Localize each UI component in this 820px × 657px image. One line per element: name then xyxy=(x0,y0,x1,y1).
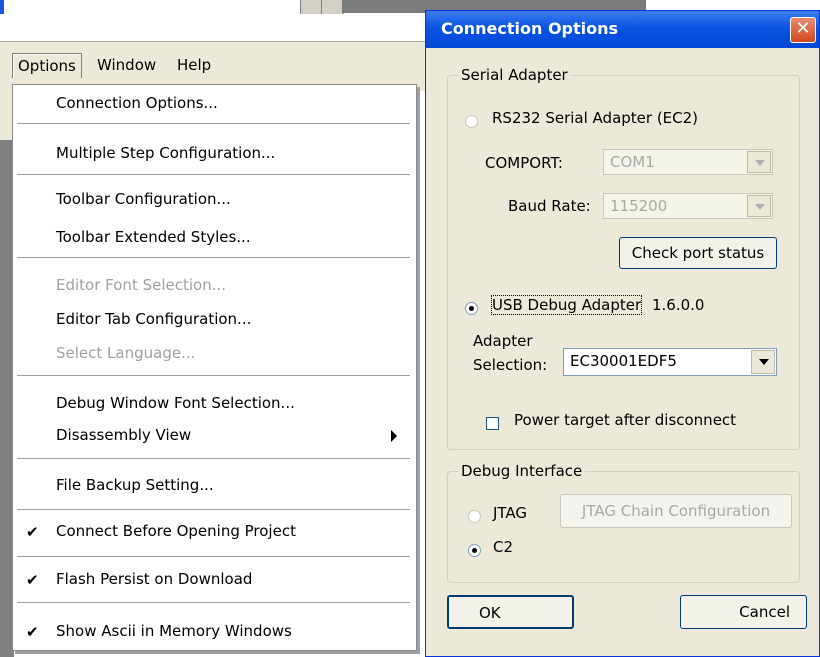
menu-item-editor-font-selection: Editor Font Selection... xyxy=(13,271,416,301)
menu-separator xyxy=(17,602,410,603)
menu-separator xyxy=(17,375,410,376)
menu-item-select-language: Select Language... xyxy=(13,339,416,369)
comport-label: COMPORT: xyxy=(485,154,563,172)
jtag-chain-configuration-button[interactable]: JTAG Chain Configuration xyxy=(560,494,792,528)
adapter-selection-label-line1: Adapter xyxy=(473,332,533,350)
menu-item-label: Flash Persist on Download xyxy=(56,570,253,588)
menu-item-label: Disassembly View xyxy=(56,426,192,444)
menu-item-file-backup-setting[interactable]: File Backup Setting... xyxy=(13,471,416,501)
menubar-help-label: Help xyxy=(177,56,212,74)
menu-item-label: Editor Font Selection... xyxy=(56,276,227,294)
baud-rate-select[interactable]: 115200 xyxy=(603,193,773,219)
menubar-separator xyxy=(0,41,430,42)
submenu-arrow-icon xyxy=(391,430,397,442)
power-target-label: Power target after disconnect xyxy=(514,411,737,429)
chevron-down-icon[interactable] xyxy=(747,195,771,217)
c2-radio[interactable] xyxy=(468,544,481,557)
comport-select[interactable]: COM1 xyxy=(603,149,773,175)
group-title: Serial Adapter xyxy=(458,66,571,84)
jtag-label: JTAG xyxy=(493,504,528,522)
check-port-status-button[interactable]: Check port status xyxy=(619,237,777,269)
menu-item-disassembly-view[interactable]: Disassembly View xyxy=(13,421,416,451)
adapter-selection-select[interactable]: EC30001EDF5 xyxy=(563,348,777,376)
chevron-down-icon[interactable] xyxy=(747,151,771,173)
menu-item-label: Select Language... xyxy=(56,344,196,362)
button-label: Check port status xyxy=(631,244,765,262)
options-menu: Connection Options... Multiple Step Conf… xyxy=(12,84,417,651)
menu-item-editor-tab-configuration[interactable]: Editor Tab Configuration... xyxy=(13,305,416,335)
menu-item-label: Multiple Step Configuration... xyxy=(56,144,276,162)
cancel-button[interactable]: Cancel xyxy=(680,595,807,629)
menu-separator xyxy=(17,556,410,557)
jtag-radio[interactable] xyxy=(468,510,481,523)
menu-separator xyxy=(17,174,410,175)
menubar-options[interactable]: Options xyxy=(12,53,82,78)
menu-separator xyxy=(17,257,410,258)
menu-item-label: Show Ascii in Memory Windows xyxy=(56,622,292,640)
connection-options-dialog: Connection Options ✕ Serial Adapter RS23… xyxy=(425,10,820,657)
menubar-window-label: Window xyxy=(97,56,157,74)
rs232-label: RS232 Serial Adapter (EC2) xyxy=(492,109,699,127)
menu-item-label: Toolbar Configuration... xyxy=(56,190,231,208)
menu-item-label: Debug Window Font Selection... xyxy=(56,394,295,412)
menu-separator xyxy=(17,458,410,459)
menu-item-label: Connect Before Opening Project xyxy=(56,522,296,540)
baud-rate-value: 115200 xyxy=(610,197,668,215)
menu-item-debug-window-font-selection[interactable]: Debug Window Font Selection... xyxy=(13,389,416,419)
menu-item-label: Editor Tab Configuration... xyxy=(56,310,252,328)
usb-debug-adapter-radio[interactable] xyxy=(465,302,478,315)
checkmark-icon: ✔ xyxy=(26,623,39,641)
usb-debug-adapter-label: USB Debug Adapter xyxy=(490,295,643,315)
menu-item-label: File Backup Setting... xyxy=(56,476,214,494)
usb-adapter-version: 1.6.0.0 xyxy=(652,296,705,314)
serial-adapter-group: Serial Adapter RS232 Serial Adapter (EC2… xyxy=(447,66,800,450)
button-label: JTAG Chain Configuration xyxy=(581,502,771,520)
baud-rate-label: Baud Rate: xyxy=(508,197,591,215)
adapter-selection-value: EC30001EDF5 xyxy=(570,352,677,370)
menu-item-label: Toolbar Extended Styles... xyxy=(56,228,251,246)
menubar-window[interactable]: Window xyxy=(92,53,161,77)
menu-item-label: Connection Options... xyxy=(56,94,218,112)
ok-button[interactable]: OK xyxy=(447,595,574,629)
menubar-help[interactable]: Help xyxy=(172,53,216,77)
menu-item-connect-before-opening-project[interactable]: ✔ Connect Before Opening Project xyxy=(13,517,416,547)
rs232-radio[interactable] xyxy=(465,115,478,128)
main-window-control-fragment xyxy=(300,0,344,14)
menu-separator xyxy=(17,509,410,510)
chevron-down-icon[interactable] xyxy=(751,350,775,374)
menu-item-toolbar-configuration[interactable]: Toolbar Configuration... xyxy=(13,185,416,215)
menu-item-connection-options[interactable]: Connection Options... xyxy=(13,89,416,119)
checkmark-icon: ✔ xyxy=(26,523,39,541)
debug-interface-group: Debug Interface JTAG JTAG Chain Configur… xyxy=(447,462,800,583)
menu-item-show-ascii-in-memory-windows[interactable]: ✔ Show Ascii in Memory Windows xyxy=(13,617,416,647)
menu-separator xyxy=(17,123,410,124)
menubar-options-label: Options xyxy=(18,57,76,75)
power-target-checkbox[interactable] xyxy=(486,417,499,430)
menu-item-toolbar-extended-styles[interactable]: Toolbar Extended Styles... xyxy=(13,223,416,253)
button-label: Cancel xyxy=(739,603,790,621)
menu-item-multiple-step-configuration[interactable]: Multiple Step Configuration... xyxy=(13,139,416,169)
dialog-title: Connection Options xyxy=(441,19,619,38)
close-button[interactable]: ✕ xyxy=(790,17,816,43)
dialog-titlebar[interactable]: Connection Options ✕ xyxy=(426,11,819,48)
control-divider xyxy=(321,0,322,14)
close-icon: ✕ xyxy=(795,18,811,39)
c2-label: C2 xyxy=(493,538,514,556)
main-window-icon-fragment xyxy=(0,0,4,14)
menu-item-flash-persist-on-download[interactable]: ✔ Flash Persist on Download xyxy=(13,565,416,595)
group-title: Debug Interface xyxy=(458,462,586,480)
button-label: OK xyxy=(479,604,501,622)
comport-value: COM1 xyxy=(610,153,655,171)
checkmark-icon: ✔ xyxy=(26,571,39,589)
adapter-selection-label-line2: Selection: xyxy=(473,356,548,374)
